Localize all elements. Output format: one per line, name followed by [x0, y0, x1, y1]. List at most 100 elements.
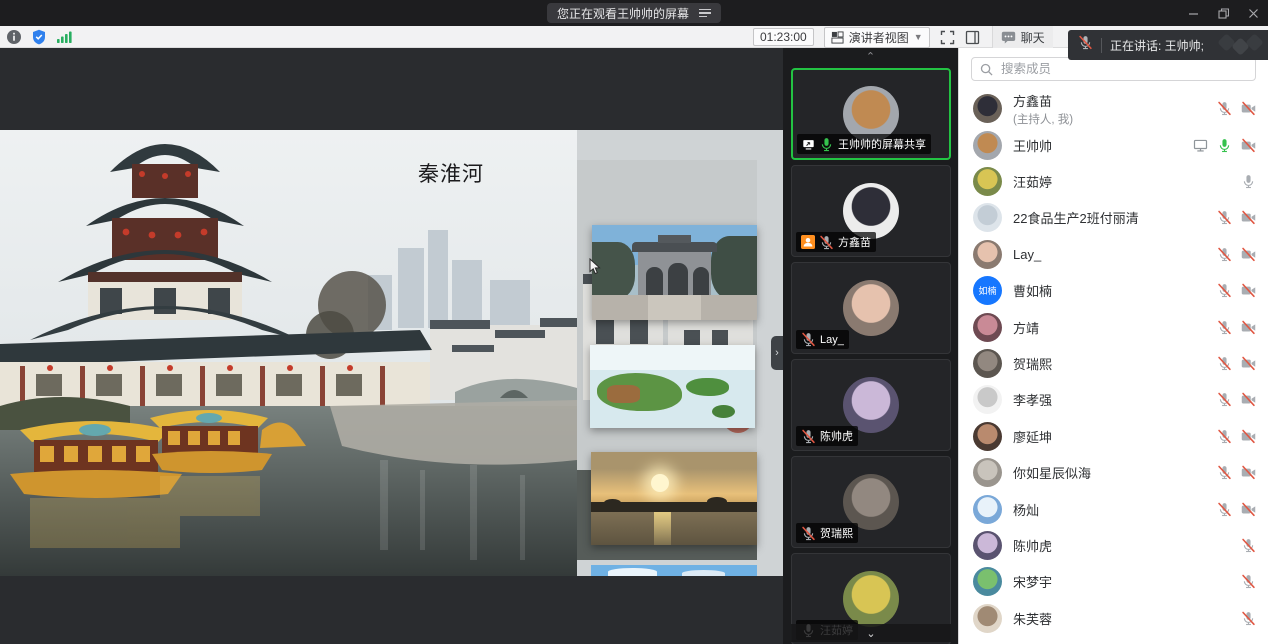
mic-muted-icon[interactable]	[1216, 428, 1232, 444]
mic-muted-icon[interactable]	[1240, 537, 1256, 553]
member-row[interactable]: 方鑫苗(主持人, 我)	[959, 90, 1268, 127]
member-name: 方鑫苗(主持人, 我)	[1013, 91, 1216, 127]
mic-muted-icon[interactable]	[1216, 356, 1232, 372]
participant-thumbnail[interactable]: 王帅帅的屏幕共享	[791, 68, 951, 160]
hamburger-icon[interactable]	[699, 9, 711, 18]
member-row[interactable]: 廖延坤	[959, 418, 1268, 454]
cam-muted-icon[interactable]	[1240, 246, 1256, 262]
viewing-screen-pill: 您正在观看王帅帅的屏幕	[547, 3, 721, 23]
member-row[interactable]: 贺瑞熙	[959, 345, 1268, 381]
member-name: 22食品生产2班付丽清	[1013, 208, 1216, 227]
member-row[interactable]: 杨灿	[959, 491, 1268, 527]
member-row[interactable]: 宋梦宇	[959, 564, 1268, 600]
member-row[interactable]: 陈帅虎	[959, 527, 1268, 563]
cam-muted-icon[interactable]	[1240, 428, 1256, 444]
member-name: 杨灿	[1013, 500, 1216, 519]
member-row[interactable]: 汪茹婷	[959, 163, 1268, 199]
cam-muted-icon[interactable]	[1240, 283, 1256, 299]
chevron-up-icon[interactable]: ⌃	[783, 52, 958, 62]
avatar	[973, 94, 1002, 123]
member-row[interactable]: 方靖	[959, 309, 1268, 345]
participant-thumbnail[interactable]: Lay_	[791, 262, 951, 354]
slide-title: 秦淮河	[418, 158, 484, 188]
titlebar: 您正在观看王帅帅的屏幕	[0, 0, 1268, 26]
cam-muted-icon[interactable]	[1240, 101, 1256, 117]
network-signal-icon[interactable]	[56, 30, 72, 44]
meeting-window: 您正在观看王帅帅的屏幕	[0, 0, 1268, 644]
cam-muted-icon[interactable]	[1240, 392, 1256, 408]
member-name: 王帅帅	[1013, 136, 1192, 155]
restore-button[interactable]	[1208, 0, 1238, 26]
participant-thumbnail[interactable]: 贺瑞熙	[791, 456, 951, 548]
chat-button[interactable]: 聊天	[992, 26, 1053, 48]
video-thumbnail-strip: ⌃ 王帅帅的屏幕共享 方鑫苗 Lay_ 陈帅虎 贺瑞熙 汪茹婷 ⌄	[783, 48, 958, 644]
mic-muted-icon[interactable]	[1216, 101, 1232, 117]
chevron-right-icon[interactable]: ›	[771, 336, 783, 370]
mic-muted-icon[interactable]	[1216, 283, 1232, 299]
close-button[interactable]	[1238, 0, 1268, 26]
cam-muted-icon[interactable]	[1240, 465, 1256, 481]
member-search[interactable]	[971, 57, 1256, 81]
mic-muted-icon[interactable]	[1216, 465, 1232, 481]
member-row[interactable]: 李孝强	[959, 382, 1268, 418]
member-list: 方鑫苗(主持人, 我) 王帅帅 汪茹婷 22食品生产2班付丽清 Lay_ 如楠 …	[959, 90, 1268, 644]
mic-gray-icon[interactable]	[1240, 174, 1256, 190]
mic-muted-icon	[801, 429, 816, 444]
member-row[interactable]: 22食品生产2班付丽清	[959, 200, 1268, 236]
shared-screen-area: 秦淮河	[0, 48, 783, 644]
mic-muted-icon[interactable]	[1216, 246, 1232, 262]
minimize-button[interactable]	[1178, 0, 1208, 26]
search-icon	[980, 63, 993, 76]
sunset-lake-photo	[591, 452, 757, 545]
chevron-down-icon[interactable]: ⌄	[791, 624, 951, 642]
host-badge-icon	[801, 235, 815, 249]
participant-thumbnail[interactable]: 方鑫苗	[791, 165, 951, 257]
mic-muted-icon[interactable]	[1240, 610, 1256, 626]
sidebar-toggle-icon[interactable]	[965, 30, 980, 45]
cam-muted-icon[interactable]	[1240, 210, 1256, 226]
info-icon[interactable]	[6, 29, 22, 45]
avatar	[843, 183, 899, 239]
member-row[interactable]: 你如星辰似海	[959, 455, 1268, 491]
mic-muted-icon[interactable]	[1216, 392, 1232, 408]
member-name: Lay_	[1013, 247, 1216, 262]
member-row[interactable]: 朱芙蓉	[959, 600, 1268, 636]
member-row[interactable]: 王帅帅	[959, 127, 1268, 163]
members-panel: 方鑫苗(主持人, 我) 王帅帅 汪茹婷 22食品生产2班付丽清 Lay_ 如楠 …	[958, 48, 1268, 644]
thumbnail-label: 陈帅虎	[796, 426, 858, 446]
mic-on-icon	[819, 137, 834, 152]
avatar	[843, 474, 899, 530]
chevron-down-icon: ▼	[914, 32, 923, 42]
chat-bubble-icon	[1001, 31, 1016, 44]
blue-sky-partial-photo	[591, 565, 757, 576]
viewing-screen-label: 您正在观看王帅帅的屏幕	[557, 5, 689, 22]
cam-muted-icon[interactable]	[1240, 501, 1256, 517]
remote-cursor	[589, 258, 601, 275]
mic-muted-icon[interactable]	[1240, 574, 1256, 590]
avatar	[973, 167, 1002, 196]
member-name: 你如星辰似海	[1013, 463, 1216, 482]
avatar: 如楠	[973, 276, 1002, 305]
participant-thumbnail[interactable]: 陈帅虎	[791, 359, 951, 451]
fullscreen-icon[interactable]	[940, 30, 955, 45]
meeting-logo	[1210, 32, 1266, 58]
mic-green-icon[interactable]	[1216, 137, 1232, 153]
member-search-input[interactable]	[999, 61, 1247, 77]
view-selector[interactable]: 演讲者视图 ▼	[824, 27, 930, 48]
avatar	[973, 349, 1002, 378]
thumbnail-label: 贺瑞熙	[796, 523, 858, 543]
security-shield-icon[interactable]	[31, 29, 47, 45]
mic-muted-icon[interactable]	[1216, 319, 1232, 335]
chat-button-label: 聊天	[1021, 29, 1045, 46]
layout-grid-icon	[831, 31, 844, 44]
screen-share-gray-icon[interactable]	[1192, 137, 1208, 153]
avatar	[973, 385, 1002, 414]
screen-share-white-icon	[802, 138, 815, 151]
cam-muted-icon[interactable]	[1240, 356, 1256, 372]
mic-muted-icon[interactable]	[1216, 501, 1232, 517]
cam-muted-icon[interactable]	[1240, 137, 1256, 153]
mic-muted-icon[interactable]	[1216, 210, 1232, 226]
cam-muted-icon[interactable]	[1240, 319, 1256, 335]
member-row[interactable]: Lay_	[959, 236, 1268, 272]
member-row[interactable]: 如楠 曹如楠	[959, 273, 1268, 309]
